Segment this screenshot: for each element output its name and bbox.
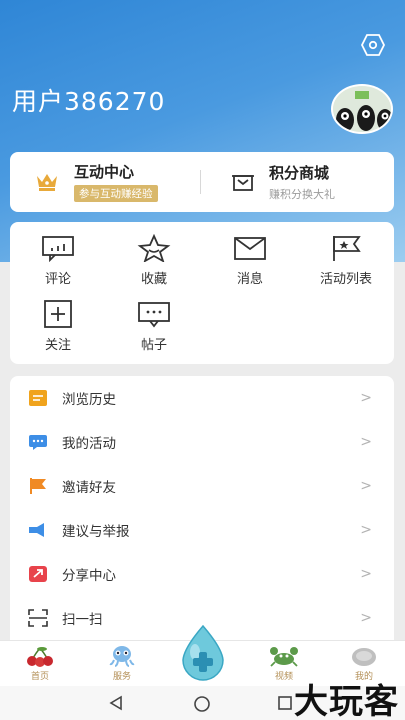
chevron-right-icon: > <box>360 478 372 494</box>
home-icon[interactable] <box>193 695 211 713</box>
list-item-my-activities[interactable]: 我的活动 > <box>10 420 394 464</box>
chevron-right-icon: > <box>360 566 372 582</box>
interaction-center-button[interactable]: 互动中心 参与互动赚经验 <box>10 152 200 212</box>
list-item-invite-friends[interactable]: 邀请好友 > <box>10 464 394 508</box>
water-drop-plus-icon[interactable] <box>176 624 230 684</box>
grid-item-follow[interactable]: 关注 <box>18 300 98 353</box>
list-item-label: 浏览历史 <box>62 392 116 408</box>
grid-item-activity-list[interactable]: 活动列表 <box>306 234 386 287</box>
share-icon <box>29 566 47 582</box>
points-mall-title: 积分商城 <box>269 163 330 182</box>
grid-item-messages[interactable]: 消息 <box>210 234 290 287</box>
grid-item-favorites[interactable]: 收藏 <box>114 234 194 287</box>
recents-icon[interactable] <box>278 696 292 710</box>
list-item-share-center[interactable]: 分享中心 > <box>10 552 394 596</box>
star-icon <box>137 234 171 262</box>
crab-icon <box>270 647 298 667</box>
grid-item-posts[interactable]: 帖子 <box>114 300 194 353</box>
octopus-icon <box>109 646 135 667</box>
feature-card: 互动中心 参与互动赚经验 积分商城 赚积分换大礼 <box>10 152 394 212</box>
watermark-logo: 大玩客 <box>294 682 399 720</box>
list-item-label: 我的活动 <box>62 436 116 452</box>
avatar[interactable] <box>331 84 393 134</box>
interaction-center-subtitle: 参与互动赚经验 <box>74 185 158 202</box>
crown-icon <box>37 174 57 191</box>
chevron-right-icon: > <box>360 610 372 626</box>
comment-icon <box>42 236 74 262</box>
tab-label: 首页 <box>30 672 49 682</box>
username[interactable]: 用户386270 <box>12 82 165 118</box>
grid-item-label: 消息 <box>236 272 263 287</box>
chevron-right-icon: > <box>360 390 372 406</box>
grid-item-label: 活动列表 <box>319 272 372 287</box>
mail-icon <box>234 237 266 260</box>
list-item-label: 分享中心 <box>62 568 116 584</box>
list-item-label: 邀请好友 <box>62 480 116 496</box>
grid-item-label: 评论 <box>44 272 71 287</box>
shell-icon <box>352 648 376 666</box>
tab-label: 服务 <box>112 672 131 682</box>
history-icon <box>29 390 47 406</box>
megaphone-icon <box>29 523 44 537</box>
plus-square-icon <box>44 300 72 328</box>
tab-service[interactable]: 服务 <box>92 641 152 682</box>
grid-item-label: 收藏 <box>140 272 167 287</box>
tab-home[interactable]: 首页 <box>10 641 70 682</box>
list-item-feedback-report[interactable]: 建议与举报 > <box>10 508 394 552</box>
grid-item-label: 关注 <box>44 338 71 353</box>
grid-item-comment[interactable]: 评论 <box>18 234 98 287</box>
cherry-icon <box>27 647 53 667</box>
post-icon <box>138 302 170 328</box>
chevron-right-icon: > <box>360 522 372 538</box>
scan-icon <box>28 609 48 627</box>
chevron-right-icon: > <box>360 434 372 450</box>
flag-icon <box>333 236 361 261</box>
shop-icon <box>232 175 254 191</box>
flag-icon <box>30 478 46 494</box>
menu-list: 浏览历史 > 我的活动 > 邀请好友 > 建议与举报 > 分享中心 > 扫一扫 … <box>10 376 394 640</box>
list-item-label: 建议与举报 <box>62 524 130 540</box>
list-item-history[interactable]: 浏览历史 > <box>10 376 394 420</box>
settings-hexagon-icon[interactable] <box>361 34 385 56</box>
back-icon[interactable] <box>108 695 124 711</box>
grid-item-label: 帖子 <box>140 338 167 353</box>
shortcut-grid: 评论 收藏 消息 活动列表 关注 帖子 <box>10 222 394 364</box>
chat-icon <box>29 435 47 450</box>
interaction-center-title: 互动中心 <box>74 163 135 181</box>
points-mall-button[interactable]: 积分商城 赚积分换大礼 <box>201 152 394 212</box>
points-mall-subtitle: 赚积分换大礼 <box>269 187 335 201</box>
